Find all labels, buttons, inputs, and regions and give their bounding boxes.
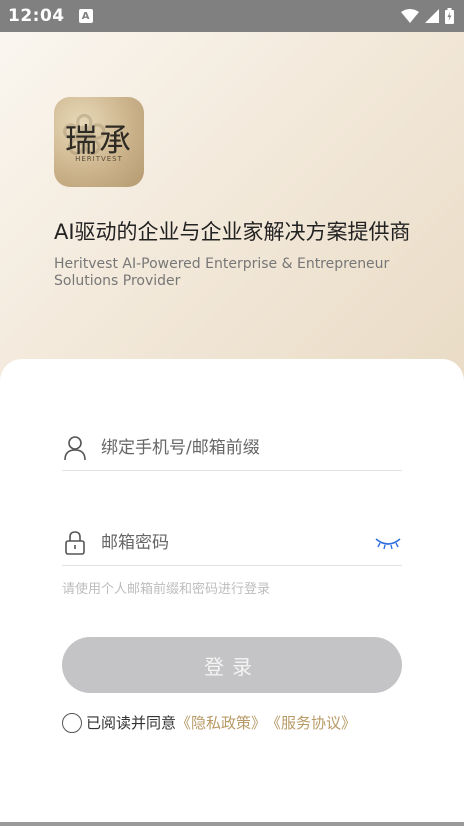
status-time: 12:04 — [8, 6, 65, 26]
lock-icon — [62, 530, 88, 556]
login-card: 请使用个人邮箱前缀和密码进行登录 登录 已阅读并同意 《隐私政策》 《服务协议》 — [0, 359, 464, 826]
wifi-icon — [401, 9, 419, 23]
user-icon — [62, 435, 88, 461]
app-logo: ❀ 瑞承 HERITVEST — [54, 97, 144, 187]
privacy-link[interactable]: 《隐私政策》 — [176, 712, 266, 733]
battery-icon — [445, 8, 454, 24]
hero: ❀ 瑞承 HERITVEST AI驱动的企业与企业家解决方案提供商 Heritv… — [0, 32, 464, 392]
password-input[interactable] — [101, 532, 374, 553]
password-field — [62, 520, 402, 566]
agreement-row: 已阅读并同意 《隐私政策》 《服务协议》 — [62, 712, 356, 733]
notification-icon: A — [78, 9, 93, 23]
status-bar: 12:04 A — [0, 0, 464, 32]
status-icons — [401, 8, 454, 24]
signal-icon — [425, 9, 439, 23]
bottom-bar — [0, 822, 464, 826]
login-hint: 请使用个人邮箱前缀和密码进行登录 — [62, 582, 271, 597]
page-title: AI驱动的企业与企业家解决方案提供商 — [54, 220, 411, 244]
service-link[interactable]: 《服务协议》 — [266, 712, 356, 733]
login-button[interactable]: 登录 — [62, 637, 402, 693]
account-field — [62, 425, 402, 471]
eye-closed-icon[interactable] — [374, 533, 402, 553]
agree-radio[interactable] — [62, 712, 82, 733]
account-input[interactable] — [101, 437, 402, 458]
logo-sub: HERITVEST — [75, 155, 123, 163]
page-subtitle: Heritvest AI-Powered Enterprise & Entrep… — [54, 256, 390, 289]
agree-text: 已阅读并同意 — [86, 714, 177, 732]
